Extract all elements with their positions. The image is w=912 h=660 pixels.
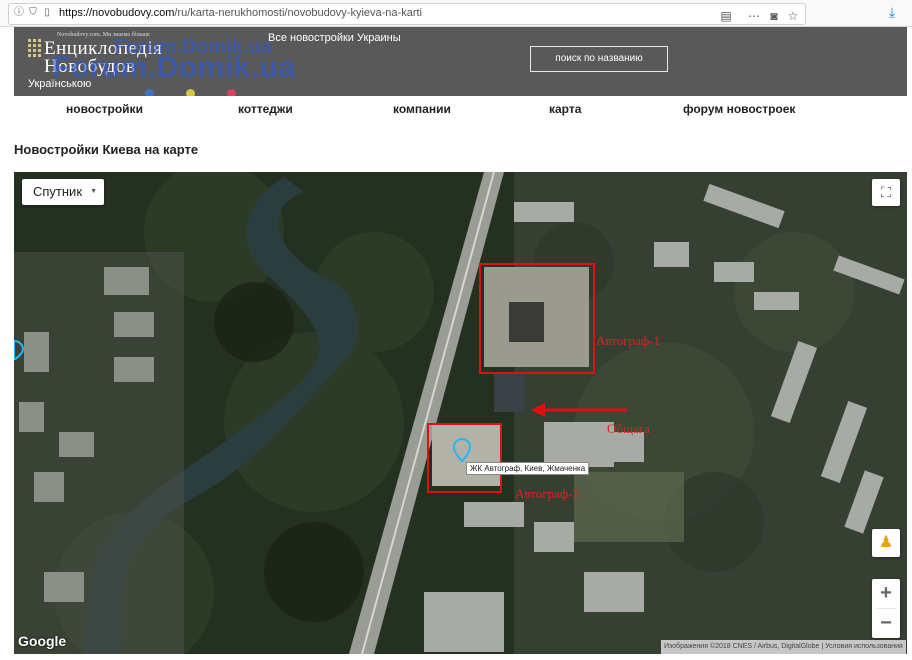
marker-label[interactable]: ЖК Автограф, Киев, Жмаченка [466, 462, 590, 475]
map-type-dropdown[interactable]: Спутник ▼ [22, 179, 104, 205]
reader-icon[interactable]: ▤ [719, 9, 733, 23]
bookmark-star-icon[interactable]: ☆ [786, 9, 800, 23]
arrow-left-icon [531, 403, 627, 417]
map-pin-icon[interactable] [453, 438, 471, 462]
nav-item-cottages[interactable]: коттеджи [238, 102, 293, 116]
more-icon[interactable]: ⋯ [747, 9, 761, 23]
map-pin-edge-icon[interactable] [14, 340, 26, 360]
avtograf1-highlight-box [479, 263, 595, 374]
google-logo: Google [18, 633, 67, 649]
logo-mark-icon [28, 39, 42, 61]
map-attribution[interactable]: Изображения ©2018 CNES / Airbus, Digital… [661, 640, 906, 654]
language-link[interactable]: Українською [28, 78, 91, 90]
main-nav: новостройки коттеджи компании карта фору… [14, 96, 907, 124]
fullscreen-icon[interactable]: ⛶ [872, 179, 900, 206]
map-type-label: Спутник [33, 184, 83, 199]
chevron-down-icon: ▼ [90, 188, 97, 195]
url-path: /ru/karta-nerukhomosti/novobudovy-kyieva… [174, 7, 422, 19]
site-header: Novobudovy.com. Ми знаємо більше Енцикло… [14, 27, 907, 98]
all-ukraine-link[interactable]: Все новостройки Украины [268, 32, 401, 44]
nav-item-forum[interactable]: форум новостроек [683, 102, 795, 116]
page-icon: ▯ [44, 7, 50, 18]
url-host: https://novobudovy.com [59, 7, 175, 19]
street-view-pegman-icon[interactable]: ♟ [872, 529, 900, 557]
download-icon[interactable]: ⤓ [884, 4, 900, 20]
zoom-control: + − [872, 579, 900, 638]
shield-icon[interactable]: ⛉ [27, 7, 39, 19]
nav-item-companies[interactable]: компании [393, 102, 451, 116]
page-title: Новостройки Киева на карте [14, 142, 199, 157]
nav-item-map[interactable]: карта [549, 102, 581, 116]
satellite-imagery [14, 172, 907, 654]
pocket-icon[interactable]: ◙ [767, 9, 781, 23]
zoom-in-button[interactable]: + [872, 579, 900, 608]
url-text[interactable]: https://novobudovy.com/ru/karta-nerukhom… [59, 7, 422, 19]
satellite-map[interactable]: Автограф-1 Общага Автограф-2 ЖК Автограф… [14, 172, 907, 654]
annotation-obshaga: Общага [607, 421, 650, 436]
search-by-name-button[interactable]: поиск по названию [530, 46, 668, 72]
info-icon[interactable]: ⓘ [13, 7, 25, 19]
browser-toolbar: ⓘ ⛉ ▯ https://novobudovy.com/ru/karta-ne… [0, 0, 912, 27]
nav-item-new-buildings[interactable]: новостройки [66, 102, 143, 116]
zoom-out-button[interactable]: − [872, 609, 900, 638]
address-bar[interactable]: ⓘ ⛉ ▯ https://novobudovy.com/ru/karta-ne… [8, 3, 806, 25]
annotation-avtograf1: Автограф-1 [596, 333, 661, 348]
annotation-avtograf2: Автограф-2 [515, 486, 580, 501]
